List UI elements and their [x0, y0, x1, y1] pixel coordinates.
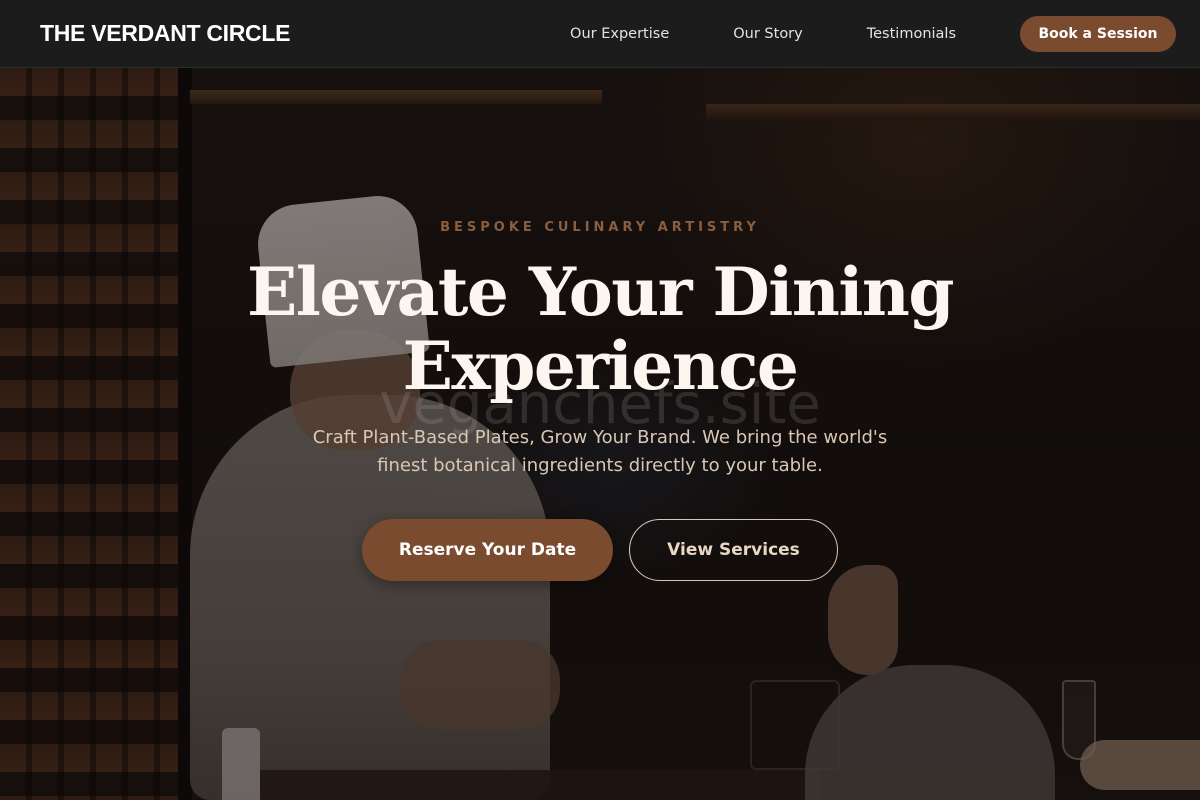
book-session-button[interactable]: Book a Session [1020, 15, 1176, 52]
hero-button-row: Reserve Your Date View Services [0, 519, 1200, 581]
subtitle-line-1: Craft Plant-Based Plates, Grow Your Bran… [312, 427, 888, 448]
view-services-button[interactable]: View Services [629, 519, 838, 581]
reserve-date-button[interactable]: Reserve Your Date [362, 519, 613, 581]
hero-subtitle: Craft Plant-Based Plates, Grow Your Bran… [250, 424, 950, 480]
brand-logo[interactable]: THE VERDANT CIRCLE [40, 20, 290, 47]
nav-link-our-expertise[interactable]: Our Expertise [570, 26, 669, 42]
headline-line-2: Experience [402, 327, 799, 405]
nav-links: Our Expertise Our Story Testimonials Boo… [570, 15, 1176, 52]
top-navbar: THE VERDANT CIRCLE Our Expertise Our Sto… [0, 0, 1200, 68]
nav-link-our-story[interactable]: Our Story [733, 26, 802, 42]
nav-link-testimonials[interactable]: Testimonials [867, 26, 956, 42]
hero-headline: Elevate Your Dining Experience [150, 255, 1050, 403]
subtitle-line-2: finest botanical ingredients directly to… [377, 455, 823, 476]
headline-line-1: Elevate Your Dining [246, 253, 955, 331]
hero-eyebrow: BESPOKE CULINARY ARTISTRY [440, 220, 760, 235]
hero-section: BESPOKE CULINARY ARTISTRY veganchefs.sit… [0, 0, 1200, 800]
